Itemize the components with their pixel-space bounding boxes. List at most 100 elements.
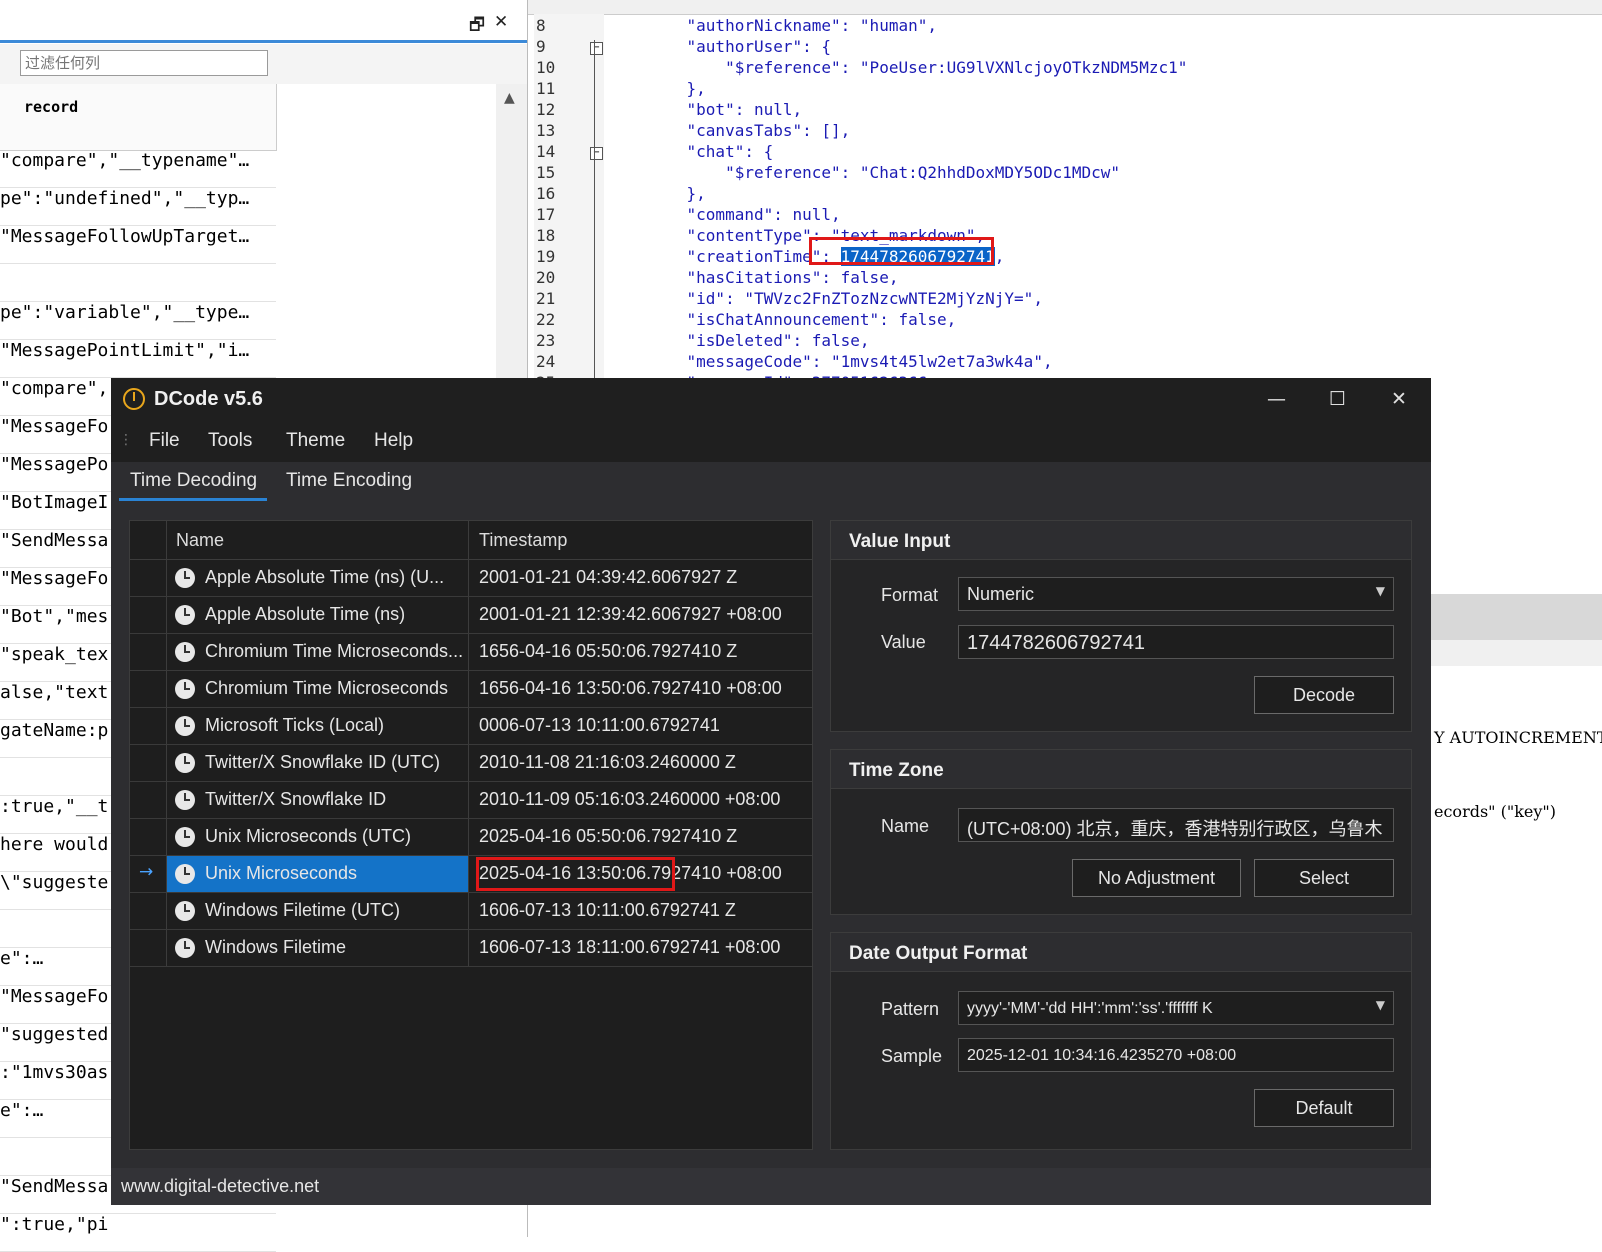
table-row[interactable]: Chromium Time Microseconds 1656-04-16 13… (130, 671, 812, 708)
row-selector[interactable] (130, 671, 167, 707)
status-bar: www.digital-detective.net (111, 1168, 1431, 1205)
name-cell: Apple Absolute Time (ns) (U... (167, 560, 469, 596)
close-icon[interactable]: ✕ (494, 12, 508, 32)
code-line: 8 "authorNickname": "human", (536, 16, 937, 35)
chevron-down-icon: ▼ (1375, 998, 1385, 1012)
record-row[interactable]: ":true,"pi (0, 1214, 276, 1252)
select-timezone-button[interactable]: Select (1254, 859, 1394, 897)
row-selector[interactable] (130, 893, 167, 929)
code-line: 11 }, (536, 79, 706, 98)
menu-theme[interactable]: Theme (286, 430, 345, 452)
editor-toolbar (528, 0, 1602, 15)
timestamp-cell: 2010-11-08 21:16:03.2460000 Z (479, 752, 736, 772)
row-selector[interactable] (130, 597, 167, 633)
scroll-up-icon[interactable]: ▲ (504, 90, 515, 106)
clock-icon (175, 938, 195, 958)
filter-input[interactable] (20, 50, 268, 76)
close-button[interactable]: ✕ (1391, 388, 1407, 410)
row-selector[interactable] (130, 782, 167, 818)
record-row[interactable] (0, 264, 276, 302)
restore-icon[interactable]: 🗗 (469, 12, 485, 41)
time-zone-group: Time Zone Name (UTC+08:00) 北京，重庆，香港特别行政区… (830, 749, 1412, 915)
default-button[interactable]: Default (1254, 1089, 1394, 1127)
name-cell: Twitter/X Snowflake ID (167, 782, 469, 818)
code-line: 16 }, (536, 184, 706, 203)
dcode-logo-icon (123, 388, 145, 410)
minimize-button[interactable]: — (1267, 388, 1286, 410)
table-row[interactable]: Microsoft Ticks (Local) 0006-07-13 10:11… (130, 708, 812, 745)
maximize-button[interactable]: ☐ (1329, 388, 1346, 410)
record-row[interactable]: "MessageFollowUpTarget… (0, 226, 276, 264)
column-header-timestamp[interactable]: Timestamp (479, 530, 567, 551)
tab-time-encoding[interactable]: Time Encoding (286, 470, 412, 492)
format-select[interactable]: Numeric ▼ (958, 577, 1394, 611)
column-header-name[interactable]: Name (176, 530, 224, 551)
record-row[interactable]: pe":"undefined","__typ… (0, 188, 276, 226)
record-row[interactable]: pe":"variable","__type… (0, 302, 276, 340)
table-row[interactable]: Windows Filetime 1606-07-13 18:11:00.679… (130, 930, 812, 967)
clock-icon (175, 827, 195, 847)
name-cell: Twitter/X Snowflake ID (UTC) (167, 745, 469, 781)
fold-guide-line (594, 40, 595, 380)
row-selector[interactable] (130, 634, 167, 670)
pattern-select[interactable]: yyyy'-'MM'-'dd HH':'mm':'ss'.'fffffff K … (958, 991, 1394, 1025)
table-row[interactable]: Unix Microseconds (UTC) 2025-04-16 05:50… (130, 819, 812, 856)
code-fragment: ecords" ("key") (1434, 802, 1557, 821)
row-selector[interactable] (130, 560, 167, 596)
dcode-titlebar[interactable]: DCode v5.6 — ☐ ✕ (111, 378, 1431, 422)
timestamp-cell: 0006-07-13 10:11:00.6792741 (479, 715, 720, 735)
menu-file[interactable]: File (149, 430, 180, 452)
website-link[interactable]: www.digital-detective.net (121, 1176, 319, 1197)
row-selector[interactable] (130, 745, 167, 781)
table-row[interactable]: Twitter/X Snowflake ID 2010-11-09 05:16:… (130, 782, 812, 819)
name-cell: Unix Microseconds (167, 856, 469, 892)
code-line: 10 "$reference": "PoeUser:UG9lVXNlcjoyOT… (536, 58, 1188, 77)
fold-collapse-icon[interactable]: − (590, 42, 603, 55)
decode-button[interactable]: Decode (1254, 676, 1394, 714)
value-label: Value (881, 632, 926, 652)
tab-time-decoding[interactable]: Time Decoding (130, 470, 257, 492)
menu-help[interactable]: Help (374, 430, 413, 452)
table-row[interactable]: Apple Absolute Time (ns) (U... 2001-01-2… (130, 560, 812, 597)
table-row[interactable]: Apple Absolute Time (ns) 2001-01-21 12:3… (130, 597, 812, 634)
time-zone-field[interactable]: (UTC+08:00) 北京，重庆，香港特别行政区，乌鲁木 (958, 808, 1394, 842)
select-all-cell[interactable] (130, 521, 167, 559)
row-selector[interactable]: → (130, 856, 167, 892)
date-output-format-group: Date Output Format Pattern yyyy'-'MM'-'d… (830, 932, 1412, 1150)
table-row[interactable]: Twitter/X Snowflake ID (UTC) 2010-11-08 … (130, 745, 812, 782)
value-input[interactable]: 1744782606792741 (958, 625, 1394, 659)
record-column-header[interactable]: record (0, 84, 277, 151)
clock-icon (175, 753, 195, 773)
column-divider (468, 521, 469, 559)
row-selector[interactable] (130, 930, 167, 966)
code-line: 18 "contentType": "text_markdown", (536, 226, 986, 245)
row-selector[interactable] (130, 708, 167, 744)
table-row-selected[interactable]: → Unix Microseconds 2025-04-16 13:50:06.… (130, 856, 812, 893)
clock-icon (175, 642, 195, 662)
highlight-box-timestamp (476, 857, 675, 891)
name-cell: Windows Filetime (167, 930, 469, 966)
menu-tools[interactable]: Tools (208, 430, 252, 452)
code-line: 9− "authorUser": { (536, 37, 832, 56)
clock-icon (175, 605, 195, 625)
timestamp-cell: 2001-01-21 04:39:42.6067927 Z (479, 567, 738, 587)
table-row[interactable]: Chromium Time Microseconds... 1656-04-16… (130, 634, 812, 671)
format-label: Format (881, 585, 939, 605)
table-row[interactable]: Windows Filetime (UTC) 1606-07-13 10:11:… (130, 893, 812, 930)
clock-icon (175, 790, 195, 810)
current-row-arrow-icon: → (139, 862, 154, 882)
row-selector[interactable] (130, 819, 167, 855)
filter-bar (0, 44, 527, 84)
no-adjustment-button[interactable]: No Adjustment (1072, 859, 1241, 897)
results-grid[interactable]: Name Timestamp Apple Absolute Time (ns) … (129, 520, 813, 1150)
code-line: 13 "canvasTabs": [], (536, 121, 851, 140)
value-input-group: Value Input Format Numeric ▼ Value 17447… (830, 520, 1412, 732)
record-row[interactable]: "compare","__typename"… (0, 150, 276, 188)
record-row[interactable]: "MessagePointLimit","i… (0, 340, 276, 378)
left-scrollbar[interactable]: ▲ (496, 84, 527, 384)
code-line: 15 "$reference": "Chat:Q2hhdDoxMDY5ODc1M… (536, 163, 1121, 182)
active-tab-indicator (119, 498, 267, 501)
fold-collapse-icon[interactable]: − (590, 147, 603, 160)
menu-grip-icon: ⋮ (119, 432, 133, 448)
clock-icon (175, 679, 195, 699)
